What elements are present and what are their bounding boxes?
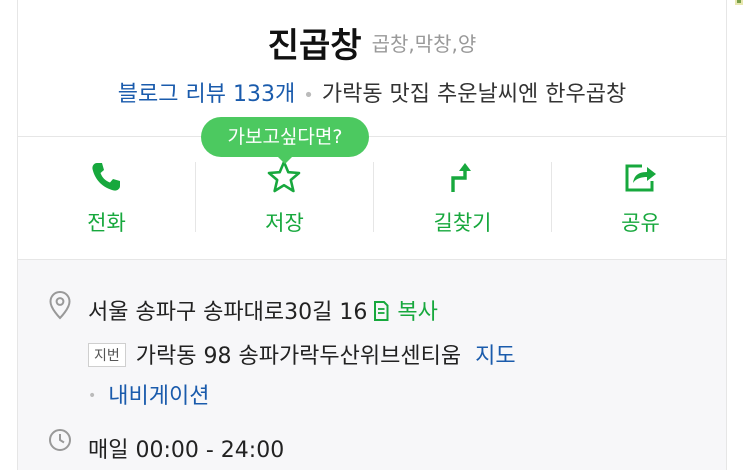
copy-address-button[interactable]: 복사 — [397, 300, 437, 325]
jibeon-row: 지번 가락동 98 송파가락두산위브센티움 지도 — [88, 338, 516, 370]
copy-icon[interactable] — [373, 300, 389, 328]
save-tooltip[interactable]: 가보고싶다면? — [201, 117, 369, 164]
call-button[interactable]: 전화 — [18, 137, 195, 259]
map-link[interactable]: 지도 — [475, 344, 515, 369]
place-tagline: 가락동 맛집 추운날씨엔 한우곱창 — [321, 82, 627, 107]
place-header: 진곱창 곱창,막창,양 블로그 리뷰 133개 • 가락동 맛집 추운날씨엔 한우곱창 — [18, 0, 726, 137]
share-button[interactable]: 공유 — [552, 137, 729, 259]
clock-icon — [48, 428, 72, 456]
navigation-row: • 내비게이션 — [88, 378, 209, 410]
subtitle-row: 블로그 리뷰 133개 • 가락동 맛집 추운날씨엔 한우곱창 — [18, 76, 726, 108]
road-address: 서울 송파구 송파대로30길 16 — [88, 300, 368, 325]
address-row: 서울 송파구 송파대로30길 16 복사 — [88, 294, 438, 328]
tooltip-tail — [277, 156, 293, 164]
separator-dot: • — [88, 388, 97, 404]
place-card: 진곱창 곱창,막창,양 블로그 리뷰 133개 • 가락동 맛집 추운날씨엔 한우곱창… — [17, 0, 727, 470]
tooltip-text: 가보고싶다면? — [227, 126, 343, 148]
directions-icon — [444, 159, 480, 195]
call-label: 전화 — [87, 211, 126, 235]
business-hours: 매일 00:00 - 24:00 — [88, 438, 285, 463]
share-icon — [622, 159, 658, 195]
share-label: 공유 — [621, 211, 660, 235]
action-bar: 전화 저장 길찾기 공유 — [18, 137, 726, 260]
blog-review-link[interactable]: 블로그 리뷰 133개 — [118, 82, 295, 107]
star-icon — [266, 159, 302, 195]
corner-fragment-icon — [735, 0, 743, 5]
place-info: 서울 송파구 송파대로30길 16 복사 지번 가락동 98 송파가락두산위브센티… — [18, 260, 726, 470]
place-name: 진곱창 — [267, 26, 362, 66]
save-label: 저장 — [265, 211, 304, 235]
navigation-link[interactable]: 내비게이션 — [108, 384, 209, 409]
title-row: 진곱창 곱창,막창,양 — [18, 18, 726, 67]
jibeon-address: 가락동 98 송파가락두산위브센티움 — [135, 344, 462, 369]
location-pin-icon — [48, 290, 72, 324]
phone-icon — [88, 159, 124, 195]
directions-button[interactable]: 길찾기 — [374, 137, 551, 259]
jibeon-badge: 지번 — [88, 343, 126, 367]
separator-dot: • — [303, 85, 314, 106]
place-category: 곱창,막창,양 — [371, 32, 477, 56]
directions-label: 길찾기 — [433, 211, 492, 235]
